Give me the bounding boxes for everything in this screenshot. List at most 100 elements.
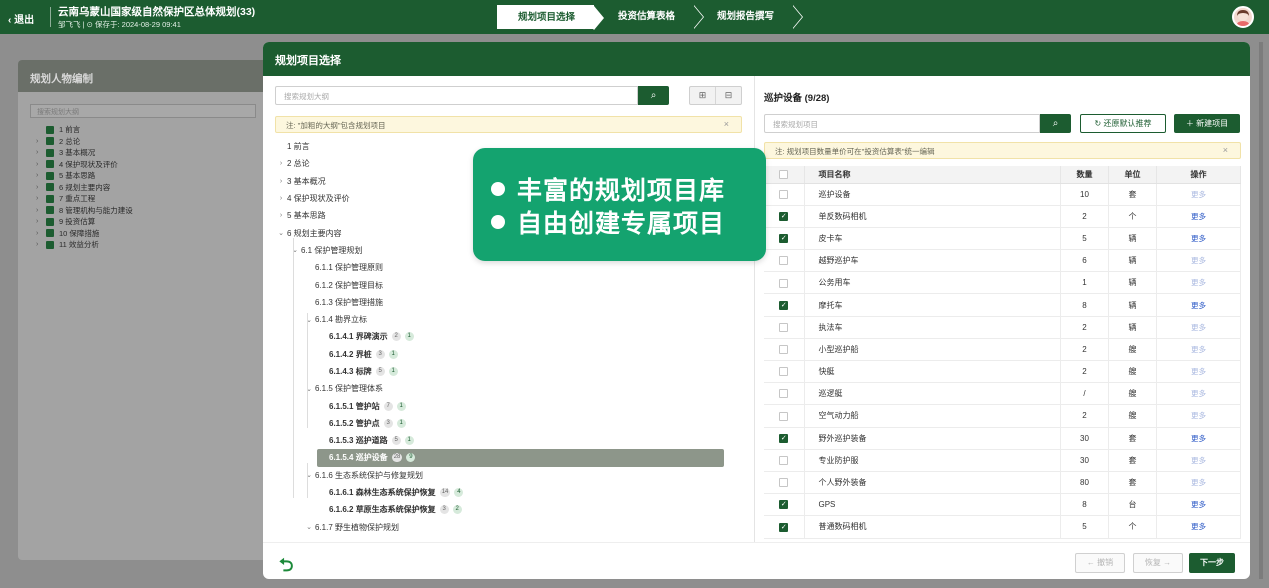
project-search-input[interactable]: 搜索规划项目 <box>764 114 1040 133</box>
row-select-cell[interactable] <box>764 449 805 472</box>
row-select-cell[interactable] <box>764 382 805 406</box>
tree-node[interactable]: 6.1.6.2 草原生态系统保护恢复 3 2 <box>317 501 745 518</box>
row-checkbox[interactable] <box>779 345 789 355</box>
row-select-cell[interactable] <box>764 404 805 428</box>
more-link[interactable]: 更多 <box>1191 256 1206 265</box>
outline-search-input[interactable]: 搜索规划大纲 <box>275 86 638 105</box>
tree-node[interactable]: 6.1.5.3 巡护道路 5 1 <box>317 432 745 449</box>
more-link[interactable]: 更多 <box>1191 212 1206 221</box>
tree-node[interactable]: 6.1.4.1 界碑演示 2 1 <box>317 328 745 345</box>
row-checkbox[interactable]: ✓ <box>779 433 789 443</box>
project-search-button[interactable]: ⌕ <box>1040 114 1071 133</box>
table-row[interactable]: 专业防护服 30 套 更多 <box>764 449 1241 472</box>
row-select-cell[interactable]: ✓ <box>764 227 805 251</box>
row-checkbox[interactable]: ✓ <box>779 522 789 532</box>
row-checkbox[interactable] <box>779 367 789 377</box>
tree-node[interactable]: 6.1.3 保护管理措施 <box>303 294 745 311</box>
tree-node[interactable]: 6.1.5.1 管护站 7 1 <box>317 397 745 414</box>
tree-node[interactable]: 6.1.1 保护管理原则 <box>303 259 745 276</box>
row-checkbox[interactable] <box>779 456 789 466</box>
table-row[interactable]: 空气动力船 2 艘 更多 <box>764 404 1241 428</box>
chevron-icon[interactable]: ⌄ <box>289 246 301 254</box>
chevron-icon[interactable]: ⌄ <box>303 385 315 393</box>
tree-node[interactable]: ⌄ 6.1.4 勘界立标 <box>303 311 745 328</box>
more-link[interactable]: 更多 <box>1191 367 1206 376</box>
chevron-icon[interactable]: ⌄ <box>303 316 315 324</box>
more-link[interactable]: 更多 <box>1191 434 1206 443</box>
exit-button[interactable]: ‹ 退出 <box>8 11 34 26</box>
row-select-cell[interactable]: ✓ <box>764 427 805 450</box>
row-select-cell[interactable] <box>764 360 805 384</box>
table-row[interactable]: 小型巡护船 2 艘 更多 <box>764 338 1241 362</box>
tree-node[interactable]: 6.1.5.2 管护点 3 1 <box>317 415 745 432</box>
more-link[interactable]: 更多 <box>1191 478 1206 487</box>
row-select-cell[interactable] <box>764 271 805 295</box>
more-link[interactable]: 更多 <box>1191 345 1206 354</box>
step-investment-table[interactable]: 投资估算表格 <box>594 5 705 29</box>
table-row[interactable]: 快艇 2 艘 更多 <box>764 360 1241 384</box>
table-row[interactable]: ✓ 皮卡车 5 辆 更多 <box>764 227 1241 251</box>
table-row[interactable]: ✓ 普通数码相机 5 个 更多 <box>764 515 1241 539</box>
collapse-all-icon[interactable]: ⊞ <box>690 87 715 104</box>
row-checkbox[interactable]: ✓ <box>779 500 789 510</box>
row-select-cell[interactable] <box>764 316 805 339</box>
table-row[interactable]: 越野巡护车 6 辆 更多 <box>764 249 1241 273</box>
chevron-icon[interactable]: › <box>275 160 287 167</box>
step-project-select[interactable]: 规划项目选择 <box>497 5 605 30</box>
row-checkbox[interactable]: ✓ <box>779 211 789 221</box>
tree-node[interactable]: 6.1.5.4 巡护设备 28 9 <box>317 449 724 467</box>
row-checkbox[interactable] <box>779 322 789 332</box>
row-checkbox[interactable] <box>779 389 789 399</box>
redo-button[interactable]: 恢复 → <box>1133 553 1183 573</box>
row-select-cell[interactable] <box>764 338 805 362</box>
scrollbar[interactable] <box>1259 42 1263 579</box>
tree-node[interactable]: 6.1.4.3 标牌 5 1 <box>317 363 745 380</box>
new-project-button[interactable]: ＋ 新建项目 <box>1174 114 1240 133</box>
undo-button[interactable]: ← 撤销 <box>1075 553 1125 573</box>
back-icon[interactable]: ⮌ <box>279 553 293 579</box>
restore-default-button[interactable]: ↻ 还原默认推荐 <box>1080 114 1166 133</box>
row-checkbox[interactable] <box>779 278 789 288</box>
row-checkbox[interactable]: ✓ <box>779 300 789 310</box>
expand-all-icon[interactable]: ⊟ <box>715 87 741 104</box>
chevron-icon[interactable]: › <box>275 195 287 202</box>
row-checkbox[interactable] <box>779 478 789 488</box>
table-row[interactable]: ✓ 野外巡护装备 30 套 更多 <box>764 427 1241 450</box>
more-link[interactable]: 更多 <box>1191 278 1206 287</box>
table-row[interactable]: 巡护设备 10 套 更多 <box>764 183 1241 206</box>
chevron-icon[interactable]: ⌄ <box>303 471 315 479</box>
more-link[interactable]: 更多 <box>1191 522 1206 531</box>
table-row[interactable]: 公务用车 1 辆 更多 <box>764 271 1241 295</box>
chevron-icon[interactable]: › <box>275 212 287 219</box>
more-link[interactable]: 更多 <box>1191 190 1206 199</box>
row-select-cell[interactable] <box>764 471 805 495</box>
chevron-icon[interactable]: ⌄ <box>303 523 315 531</box>
table-row[interactable]: ✓ 单反数码相机 2 个 更多 <box>764 205 1241 228</box>
next-step-button[interactable]: 下一步 <box>1189 553 1235 573</box>
select-all-checkbox[interactable] <box>779 169 789 179</box>
more-link[interactable]: 更多 <box>1191 456 1206 465</box>
row-select-cell[interactable]: ✓ <box>764 293 805 317</box>
chevron-icon[interactable]: › <box>275 178 287 185</box>
row-select-cell[interactable]: ✓ <box>764 515 805 539</box>
row-select-cell[interactable]: ✓ <box>764 205 805 228</box>
row-checkbox[interactable] <box>779 189 789 199</box>
row-checkbox[interactable] <box>779 411 789 421</box>
table-row[interactable]: 个人野外装备 80 套 更多 <box>764 471 1241 495</box>
table-row[interactable]: ✓ 摩托车 8 辆 更多 <box>764 293 1241 317</box>
tree-node[interactable]: 6.1.4.2 界桩 3 1 <box>317 346 745 363</box>
tree-node[interactable]: 6.1.6.1 森林生态系统保护恢复 14 4 <box>317 484 745 501</box>
step-report-writing[interactable]: 规划报告撰写 <box>693 5 804 29</box>
avatar[interactable] <box>1232 6 1254 28</box>
more-link[interactable]: 更多 <box>1191 323 1206 332</box>
tree-node[interactable]: ⌄ 6.1.7 野生植物保护规划 <box>303 519 745 536</box>
more-link[interactable]: 更多 <box>1191 389 1206 398</box>
more-link[interactable]: 更多 <box>1191 500 1206 509</box>
chevron-icon[interactable]: ⌄ <box>275 229 287 237</box>
close-icon[interactable]: × <box>724 119 729 129</box>
table-row[interactable]: 执法车 2 辆 更多 <box>764 316 1241 339</box>
table-row[interactable]: 巡逻艇 / 艘 更多 <box>764 382 1241 406</box>
more-link[interactable]: 更多 <box>1191 411 1206 420</box>
table-row[interactable]: ✓ GPS 8 台 更多 <box>764 493 1241 517</box>
select-all-header[interactable] <box>764 166 805 184</box>
